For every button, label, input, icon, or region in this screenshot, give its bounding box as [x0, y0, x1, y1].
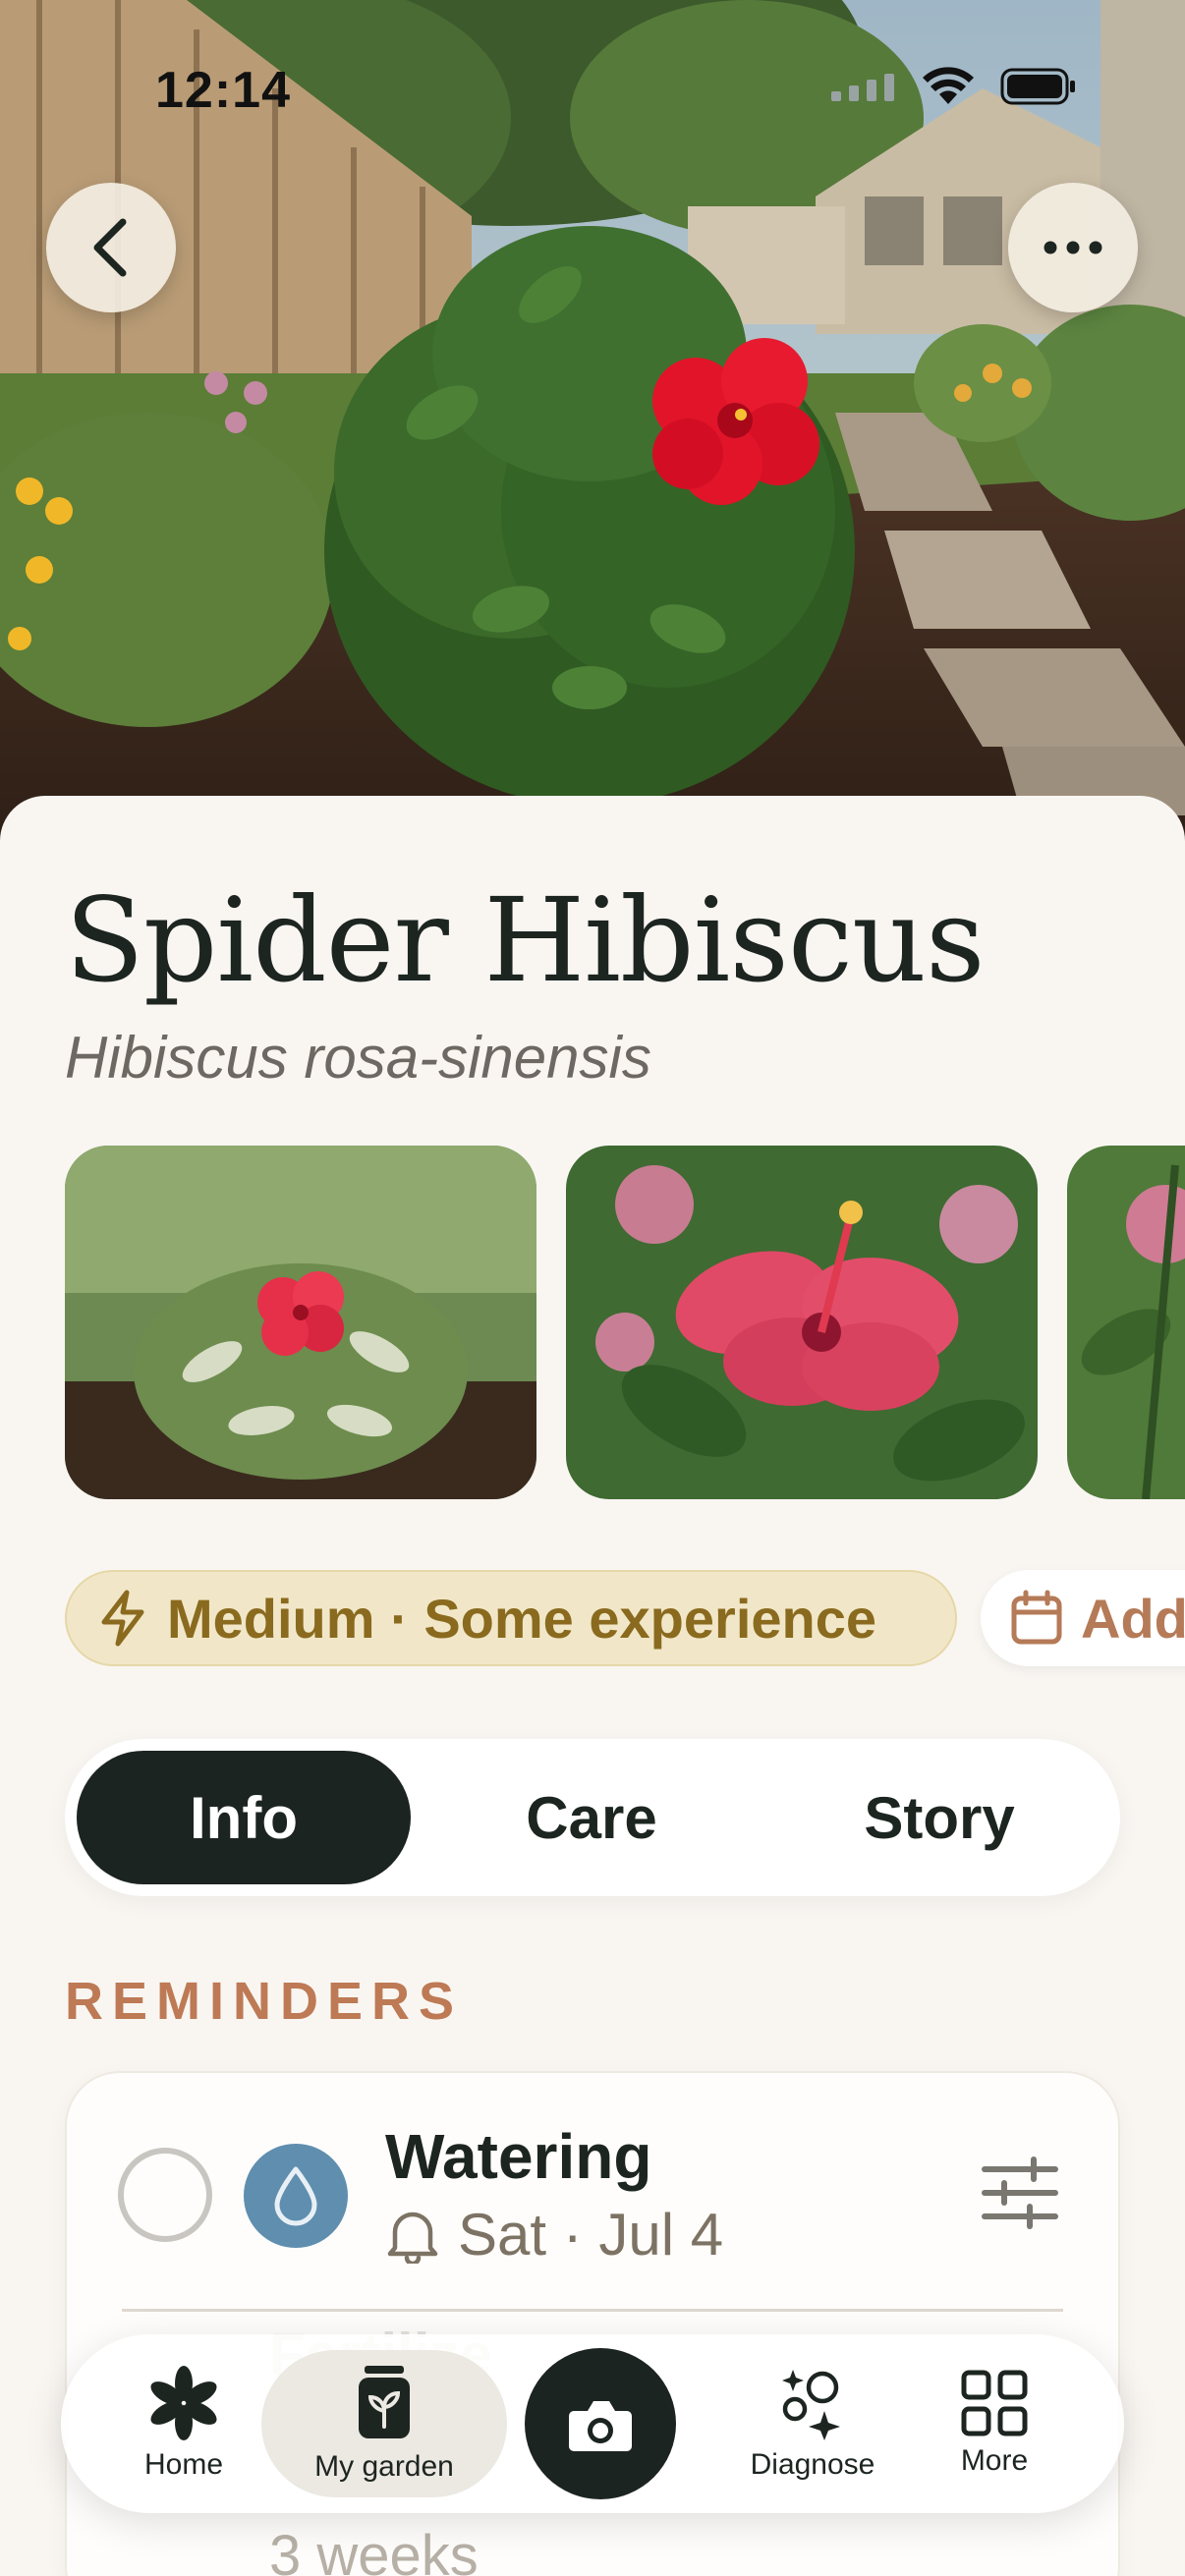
nav-my-garden[interactable]: My garden	[261, 2334, 507, 2513]
gallery-photo[interactable]	[65, 1146, 536, 1499]
gallery-photo[interactable]	[1067, 1146, 1185, 1499]
camera-button[interactable]	[525, 2348, 676, 2499]
complete-reminder-checkbox[interactable]	[118, 2148, 212, 2242]
nav-home-label: Home	[143, 2448, 224, 2481]
nav-diagnose[interactable]: Diagnose	[729, 2334, 896, 2513]
sparkle-icon	[782, 2370, 840, 2440]
reminder-divider	[122, 2309, 1063, 2312]
nav-diagnose-label: Diagnose	[750, 2448, 875, 2481]
status-time: 12:14	[155, 62, 291, 119]
add-reminder-chip[interactable]: Add	[981, 1570, 1185, 1666]
add-chip-label: Add	[1081, 1587, 1185, 1650]
calendar-icon	[1011, 1590, 1062, 1645]
ellipsis-icon	[1044, 241, 1102, 254]
gallery-photo[interactable]	[566, 1146, 1038, 1499]
nav-my-garden-label: My garden	[314, 2450, 454, 2483]
difficulty-label: Medium · Some experience	[167, 1587, 877, 1650]
nav-more-label: More	[960, 2444, 1029, 2477]
wifi-icon	[923, 67, 974, 104]
plant-detail-screen: 12:14 Spider Hibiscus Hibiscus rosa-sine…	[0, 0, 1185, 2576]
nav-home[interactable]: Home	[120, 2334, 248, 2513]
reminder-date: Sat · Jul 4	[458, 2202, 724, 2268]
back-button[interactable]	[46, 183, 176, 312]
reminder-schedule: Sat · Jul 4	[385, 2201, 723, 2268]
nav-more[interactable]: More	[926, 2334, 1063, 2513]
difficulty-chip[interactable]: Medium · Some experience	[65, 1570, 957, 1666]
reminder-settings-button[interactable]	[981, 2154, 1059, 2237]
tab-info[interactable]: Info	[77, 1751, 411, 1884]
plant-common-name: Spider Hibiscus	[65, 872, 986, 1008]
reminder-frequency: 3 weeks	[269, 2524, 479, 2576]
plant-pot-icon	[359, 2366, 410, 2438]
reminders-section-label: REMINDERS	[65, 1972, 464, 2031]
water-drop-icon	[274, 2166, 317, 2226]
plant-scientific-name: Hibiscus rosa-sinensis	[65, 1025, 651, 1091]
bottom-navigation: Home My garden Diagnose More	[61, 2334, 1124, 2513]
cellular-icon	[831, 74, 894, 101]
tab-care[interactable]: Care	[424, 1751, 759, 1884]
status-bar: 12:14	[0, 0, 1185, 187]
watering-badge	[244, 2144, 348, 2248]
sliders-icon	[982, 2156, 1058, 2229]
bell-icon	[387, 2212, 438, 2264]
section-tabs: Info Care Story	[65, 1739, 1120, 1896]
lightning-icon	[101, 1590, 144, 1647]
camera-icon	[569, 2401, 632, 2451]
hero-plant-photo: 12:14	[0, 0, 1185, 845]
tab-story[interactable]: Story	[772, 1751, 1106, 1884]
more-options-button[interactable]	[1008, 183, 1138, 312]
reminder-title[interactable]: Watering	[385, 2120, 651, 2193]
battery-icon	[1000, 68, 1075, 105]
grid-icon	[961, 2370, 1028, 2436]
chevron-left-icon	[93, 218, 127, 277]
flower-icon	[150, 2366, 217, 2440]
